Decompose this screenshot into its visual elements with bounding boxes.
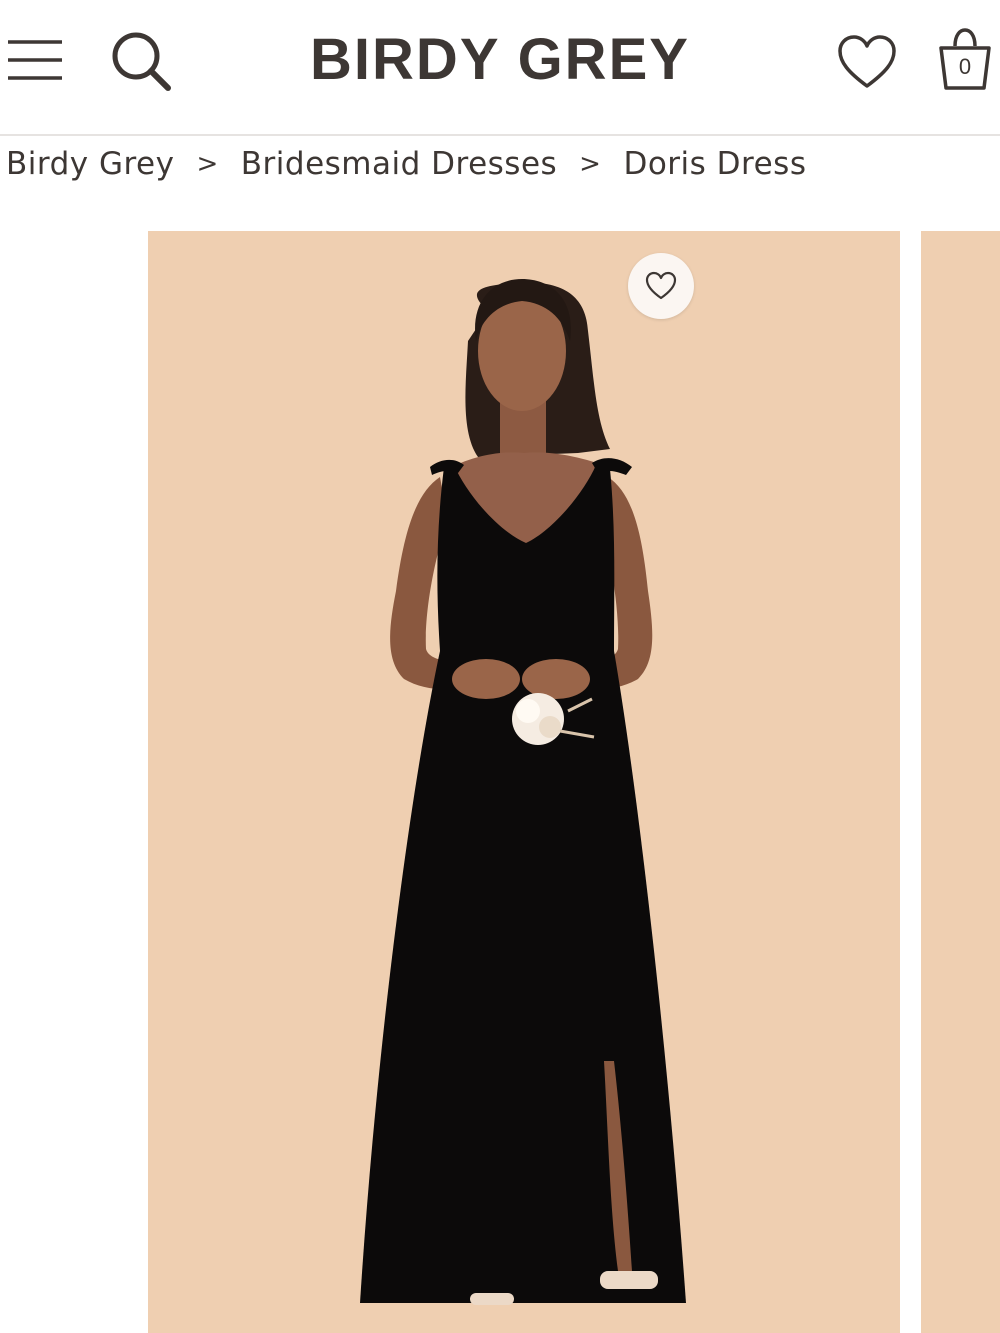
breadcrumb-separator: >	[579, 149, 602, 179]
product-page: BIRDY GREY 0 Birdy Grey > Bridesmaid Dre…	[0, 0, 1000, 1333]
breadcrumb-category[interactable]: Bridesmaid Dresses	[241, 146, 557, 182]
bag-count-badge: 0	[958, 54, 972, 79]
next-product-image-peek[interactable]	[921, 231, 1000, 1333]
breadcrumb-home[interactable]: Birdy Grey	[6, 146, 174, 182]
heart-outline-icon	[645, 271, 677, 300]
product-image[interactable]	[148, 231, 900, 1333]
model-in-black-dress-image	[360, 279, 686, 1305]
site-header: BIRDY GREY 0	[0, 0, 1000, 136]
shopping-bag-icon[interactable]: 0	[934, 26, 996, 92]
heart-icon[interactable]	[836, 34, 898, 92]
breadcrumb-current: Doris Dress	[623, 146, 807, 182]
favorite-heart-button[interactable]	[628, 253, 694, 319]
breadcrumb: Birdy Grey > Bridesmaid Dresses > Doris …	[6, 140, 806, 188]
breadcrumb-separator: >	[196, 149, 219, 179]
